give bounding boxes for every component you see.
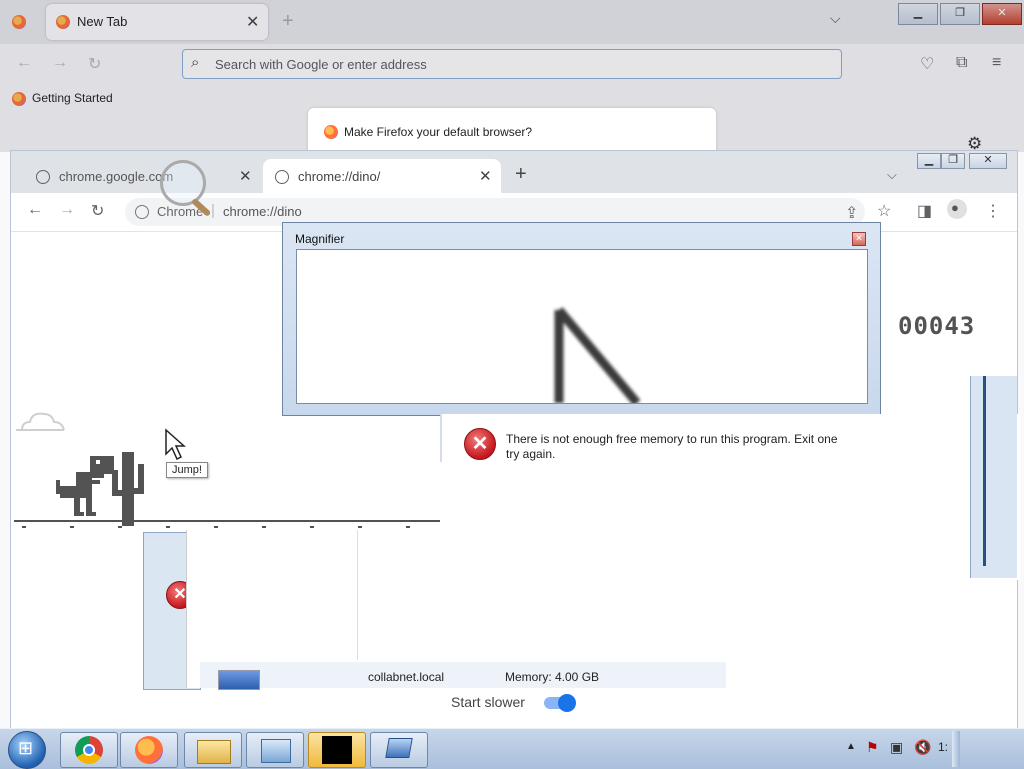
memory-info: Memory: 4.00 GB bbox=[505, 670, 600, 684]
dino-ground bbox=[14, 520, 440, 522]
taskbar-firefox[interactable] bbox=[120, 732, 178, 768]
error-message-line2: try again. bbox=[506, 447, 556, 461]
share-icon[interactable]: ⇪ bbox=[845, 203, 858, 223]
toggle-knob bbox=[558, 694, 576, 712]
back-icon[interactable]: ← bbox=[27, 201, 43, 219]
network-icon[interactable]: ▣ bbox=[890, 739, 903, 756]
jump-tooltip: Jump! bbox=[166, 462, 208, 478]
error-dialog: ✕ There is not enough free memory to run… bbox=[440, 414, 1020, 580]
start-slower-setting: Start slower bbox=[436, 688, 590, 718]
magnifier-close-button[interactable]: ✕ bbox=[852, 232, 866, 246]
chrome-tab-1-title: chrome.google.com bbox=[59, 169, 174, 184]
firefox-icon bbox=[135, 736, 163, 764]
more-menu-icon[interactable]: ⋮ bbox=[985, 201, 1001, 221]
show-desktop-button[interactable] bbox=[952, 731, 960, 767]
chrome-minimize-button[interactable]: ▁ bbox=[917, 153, 941, 169]
magnifier-window[interactable]: Magnifier ✕ bbox=[282, 222, 881, 416]
globe-icon bbox=[275, 170, 289, 184]
error-message-line1: There is not enough free memory to run t… bbox=[506, 432, 838, 446]
omnibox-divider: | bbox=[211, 202, 215, 219]
dino-score: 00043 bbox=[898, 312, 976, 340]
chrome-icon-center bbox=[83, 744, 95, 756]
profile-avatar[interactable]: ● bbox=[947, 199, 967, 219]
chrome-restore-button[interactable]: ❐ bbox=[941, 153, 965, 169]
chrome-close-button[interactable]: ✕ bbox=[969, 153, 1007, 169]
bookmark-star-icon[interactable]: ☆ bbox=[877, 201, 891, 221]
taskbar-control-panel[interactable] bbox=[246, 732, 304, 768]
chrome-icon bbox=[75, 736, 103, 764]
side-panel-icon[interactable]: ◨ bbox=[917, 201, 932, 221]
tray-expand-icon[interactable]: ▲ bbox=[846, 741, 856, 752]
system-info-strip: collabnet.local Memory: 4.00 GB bbox=[200, 662, 726, 690]
globe-icon bbox=[36, 170, 50, 184]
edge-line bbox=[983, 376, 986, 566]
taskbar-magnifier[interactable] bbox=[370, 732, 428, 768]
magnifier-title: Magnifier bbox=[295, 232, 345, 246]
action-center-icon[interactable]: ⚑ bbox=[866, 739, 879, 756]
taskbar-chrome[interactable] bbox=[60, 732, 118, 768]
magnifier-lens-icon bbox=[160, 160, 206, 206]
chrome-icon bbox=[135, 205, 149, 219]
firefox-prompt-icon bbox=[324, 125, 338, 139]
omnibox-url: chrome://dino bbox=[223, 204, 302, 219]
close-tab-icon[interactable]: ✕ bbox=[479, 167, 492, 185]
control-panel-icon bbox=[261, 739, 291, 763]
taskbar-explorer[interactable] bbox=[184, 732, 242, 768]
start-slower-label: Start slower bbox=[451, 694, 525, 710]
host-name: collabnet.local bbox=[368, 670, 445, 684]
reload-icon[interactable]: ↻ bbox=[91, 201, 104, 221]
new-tab-button[interactable]: + bbox=[515, 163, 527, 186]
start-button[interactable]: ⊞ bbox=[8, 731, 46, 769]
magnifier-view bbox=[296, 249, 868, 404]
start-slower-toggle[interactable] bbox=[544, 694, 576, 712]
close-tab-icon[interactable]: ✕ bbox=[239, 167, 252, 185]
mouse-pointer-icon bbox=[165, 428, 186, 461]
default-browser-prompt: Make Firefox your default browser? bbox=[308, 108, 716, 154]
chrome-tab-2[interactable]: chrome://dino/ ✕ bbox=[263, 159, 501, 193]
computer-icon bbox=[218, 670, 260, 690]
chrome-tab-2-title: chrome://dino/ bbox=[298, 169, 381, 184]
tab-search-icon[interactable]: ⌵ bbox=[887, 167, 897, 183]
default-browser-text: Make Firefox your default browser? bbox=[344, 125, 533, 139]
error-icon: ✕ bbox=[464, 428, 496, 460]
taskbar-cmd[interactable] bbox=[308, 732, 366, 768]
dino-icon[interactable] bbox=[56, 450, 152, 530]
windows-taskbar: ⊞ ▲ ⚑ ▣ 🔇 1: bbox=[0, 728, 1024, 769]
magnifier-app-icon bbox=[385, 738, 413, 758]
clock[interactable]: 1: bbox=[938, 740, 948, 754]
person-icon: ● bbox=[951, 200, 959, 215]
ground-texture bbox=[22, 526, 430, 528]
windows-logo-icon: ⊞ bbox=[18, 738, 34, 758]
console-icon bbox=[322, 736, 352, 764]
forward-icon[interactable]: → bbox=[59, 201, 75, 219]
dialog-divider bbox=[357, 530, 358, 660]
background-window-edge bbox=[970, 376, 1017, 578]
cloud-icon bbox=[16, 412, 65, 431]
folder-icon bbox=[197, 740, 231, 764]
chrome-tab-1[interactable]: chrome.google.com ✕ bbox=[23, 159, 263, 193]
error-dialog-edge bbox=[440, 414, 442, 462]
volume-muted-icon[interactable]: 🔇 bbox=[914, 739, 931, 756]
magnified-content bbox=[554, 307, 641, 403]
